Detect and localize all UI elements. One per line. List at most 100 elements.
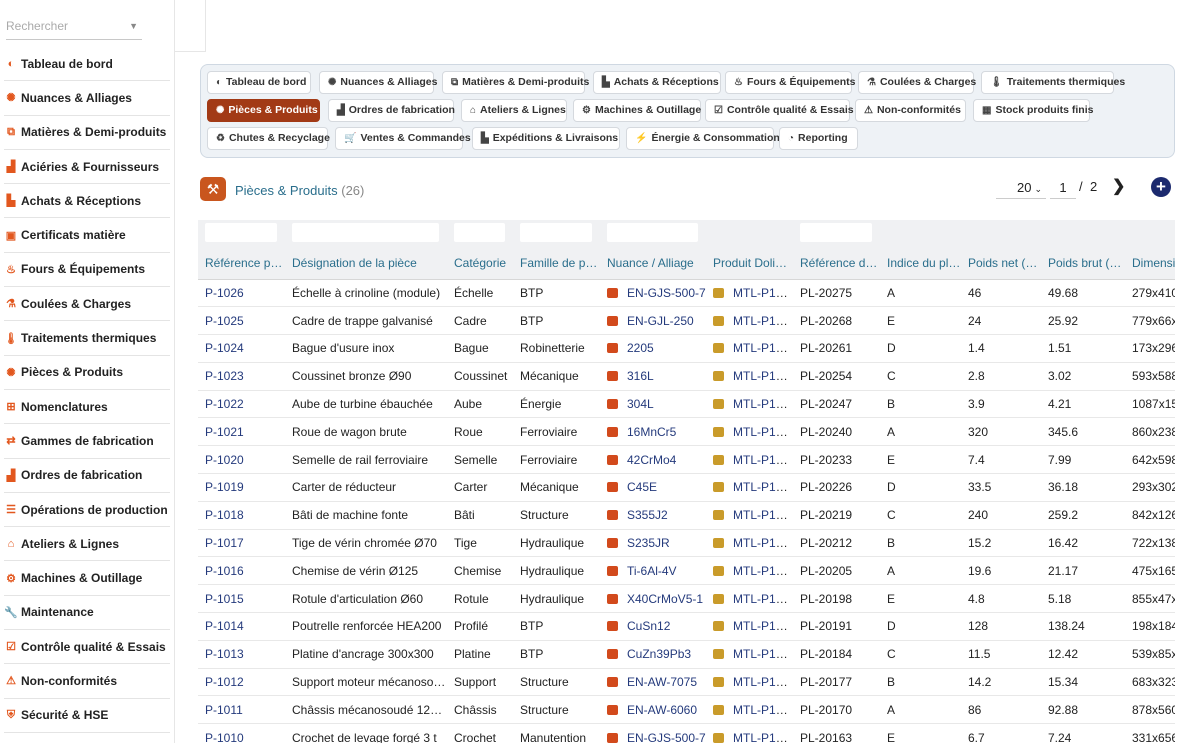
filter-input[interactable] <box>205 223 277 242</box>
product-link[interactable]: MTL-P1016 <box>733 564 793 578</box>
record-link[interactable]: P-1023 <box>205 369 244 383</box>
product-link[interactable]: MTL-P1015 <box>733 592 793 606</box>
product-link[interactable]: MTL-P1024 <box>733 341 793 355</box>
alloy-link[interactable]: 42CrMo4 <box>627 453 676 467</box>
sidebar-item[interactable]: ◐ Tableau de bord <box>4 47 170 82</box>
record-link[interactable]: P-1021 <box>205 425 244 439</box>
record-link[interactable]: P-1020 <box>205 453 244 467</box>
record-link[interactable]: P-1025 <box>205 314 244 328</box>
tab-item[interactable]: ⚙ Machines & Outillage <box>573 99 701 122</box>
record-link[interactable]: P-1010 <box>205 731 244 743</box>
table-row[interactable]: P-1016 Chemise de vérin Ø125 Chemise Hydrau… <box>198 556 1175 586</box>
table-row[interactable]: P-1013 Platine d'ancrage 300x300 Platine BT… <box>198 640 1175 669</box>
add-record-button[interactable]: + <box>1151 177 1171 197</box>
column-header[interactable]: Poids brut (kg) <box>1041 248 1125 280</box>
alloy-link[interactable]: EN-AW-7075 <box>627 675 697 689</box>
sidebar-item[interactable]: ▙ Achats & Réceptions <box>4 184 170 219</box>
sidebar-item[interactable]: ⌂ Ateliers & Lignes <box>4 527 170 562</box>
table-row[interactable]: P-1018 Bâti de machine fonte Bâti Structure… <box>198 501 1175 530</box>
record-link[interactable]: P-1018 <box>205 508 244 522</box>
alloy-link[interactable]: 304L <box>627 397 654 411</box>
alloy-link[interactable]: EN-GJS-500-7 <box>627 286 706 300</box>
sidebar-item[interactable]: ✺ Nuances & Alliages <box>4 81 170 116</box>
product-link[interactable]: MTL-P1020 <box>733 453 793 467</box>
table-row[interactable]: P-1021 Roue de wagon brute Roue Ferroviaire… <box>198 417 1175 447</box>
record-link[interactable]: P-1016 <box>205 564 244 578</box>
column-header[interactable]: Désignation de la pièce <box>285 248 447 280</box>
sidebar-item[interactable]: ⚠ Non-conformités <box>4 664 170 699</box>
product-link[interactable]: MTL-P1012 <box>733 675 793 689</box>
sidebar-item[interactable]: ⧉ Matières & Demi-produits <box>4 116 170 150</box>
alloy-link[interactable]: EN-GJS-500-7 <box>627 731 706 743</box>
sidebar-item[interactable]: ▟ Ordres de fabrication <box>4 459 170 493</box>
sidebar-item[interactable]: ⊞ Nomenclatures <box>4 390 170 425</box>
table-row[interactable]: P-1026 Échelle à crinoline (module) Échell… <box>198 279 1175 308</box>
column-header[interactable]: Famille de pièce <box>513 248 600 280</box>
table-row[interactable]: P-1019 Carter de réducteur Carter Mécanique… <box>198 473 1175 502</box>
sidebar-item[interactable]: ☰ Opérations de production <box>4 493 170 528</box>
filter-input[interactable] <box>607 223 698 242</box>
product-link[interactable]: MTL-P1019 <box>733 480 793 494</box>
table-row[interactable]: P-1025 Cadre de trappe galvanisé Cadre BTP E… <box>198 306 1175 336</box>
tab-item[interactable]: ⌂ Ateliers & Lignes <box>461 99 567 122</box>
alloy-link[interactable]: 16MnCr5 <box>627 425 676 439</box>
table-row[interactable]: P-1022 Aube de turbine ébauchée Aube Énergi… <box>198 390 1175 419</box>
sidebar-item[interactable]: ⚙ Machines & Outillage <box>4 561 170 596</box>
tab-item[interactable]: 🌡 Traitements thermiques <box>981 71 1125 94</box>
tab-item[interactable]: ◐ Tableau de bord <box>207 71 311 94</box>
alloy-link[interactable]: S355J2 <box>627 508 668 522</box>
column-header[interactable]: Dimensions <box>1125 248 1175 280</box>
alloy-link[interactable]: S235JR <box>627 536 670 550</box>
record-link[interactable]: P-1022 <box>205 397 244 411</box>
page-number-input[interactable]: 1 <box>1050 177 1076 199</box>
product-link[interactable]: MTL-P1017 <box>733 536 793 550</box>
column-header[interactable]: Indice du plan <box>880 248 961 280</box>
record-link[interactable]: P-1011 <box>205 703 243 717</box>
record-link[interactable]: P-1014 <box>205 619 244 633</box>
alloy-link[interactable]: CuZn39Pb3 <box>627 647 691 661</box>
alloy-link[interactable]: Ti-6Al-4V <box>627 564 677 578</box>
filter-input[interactable] <box>520 223 592 242</box>
column-header[interactable]: Référence pièce <box>198 248 285 280</box>
next-page-icon[interactable]: ❯ <box>1112 176 1125 196</box>
record-link[interactable]: P-1015 <box>205 592 244 606</box>
tab-item[interactable]: ⚠ Non-conformités <box>855 99 966 122</box>
record-link[interactable]: P-1026 <box>205 286 244 300</box>
column-header[interactable]: Nuance / Alliage <box>600 248 706 280</box>
tab-item[interactable]: ▙ Expéditions & Livraisons <box>472 127 620 150</box>
sidebar-item[interactable]: 🌡 Traitements thermiques <box>4 321 170 356</box>
column-header[interactable]: Produit Dolibarr <box>706 248 793 280</box>
tab-item[interactable]: ▟ Ordres de fabrication <box>328 99 455 122</box>
tab-item[interactable]: ◔ Reporting <box>779 127 858 150</box>
alloy-link[interactable]: X40CrMoV5-1 <box>627 592 703 606</box>
column-header[interactable]: Référence du plan <box>793 248 880 280</box>
sidebar-item[interactable]: ⛨ Sécurité & HSE <box>4 699 170 733</box>
alloy-link[interactable]: CuSn12 <box>627 619 670 633</box>
filter-input[interactable] <box>800 223 872 242</box>
product-link[interactable]: MTL-P1026 <box>733 286 793 300</box>
record-link[interactable]: P-1013 <box>205 647 244 661</box>
tab-item[interactable]: 🛒 Ventes & Commandes <box>335 127 471 150</box>
alloy-link[interactable]: EN-AW-6060 <box>627 703 697 717</box>
filter-input[interactable] <box>292 223 439 242</box>
product-link[interactable]: MTL-P1010 <box>733 731 793 743</box>
sidebar-item[interactable]: ♨ Fours & Équipements <box>4 253 170 288</box>
table-row[interactable]: P-1011 Châssis mécanosoudé 1200x800Châssi… <box>198 695 1175 725</box>
tab-item[interactable]: ♨ Fours & Équipements <box>725 71 855 94</box>
column-header[interactable]: Catégorie <box>447 248 513 280</box>
table-row[interactable]: P-1010 Crochet de levage forgé 3 t Crochet… <box>198 723 1175 743</box>
product-link[interactable]: MTL-P1013 <box>733 647 793 661</box>
tab-item[interactable]: ⚡ Énergie & Consommations <box>626 127 786 150</box>
product-link[interactable]: MTL-P1022 <box>733 397 793 411</box>
table-row[interactable]: P-1023 Coussinet bronze Ø90 Coussinet Mécan… <box>198 362 1175 391</box>
table-row[interactable]: P-1024 Bague d'usure inox Bague Robinetteri… <box>198 334 1175 363</box>
table-row[interactable]: P-1014 Poutrelle renforcée HEA200 Profilé B… <box>198 612 1175 641</box>
product-link[interactable]: MTL-P1023 <box>733 369 793 383</box>
record-link[interactable]: P-1017 <box>205 536 244 550</box>
record-link[interactable]: P-1024 <box>205 341 244 355</box>
product-link[interactable]: MTL-P1025 <box>733 314 793 328</box>
column-header[interactable]: Poids net (kg) <box>961 248 1041 280</box>
table-row[interactable]: P-1020 Semelle de rail ferroviaire Semelle… <box>198 445 1175 475</box>
product-link[interactable]: MTL-P1011 <box>733 703 793 717</box>
sidebar-item[interactable]: ✺ Pièces & Produits <box>4 356 170 390</box>
